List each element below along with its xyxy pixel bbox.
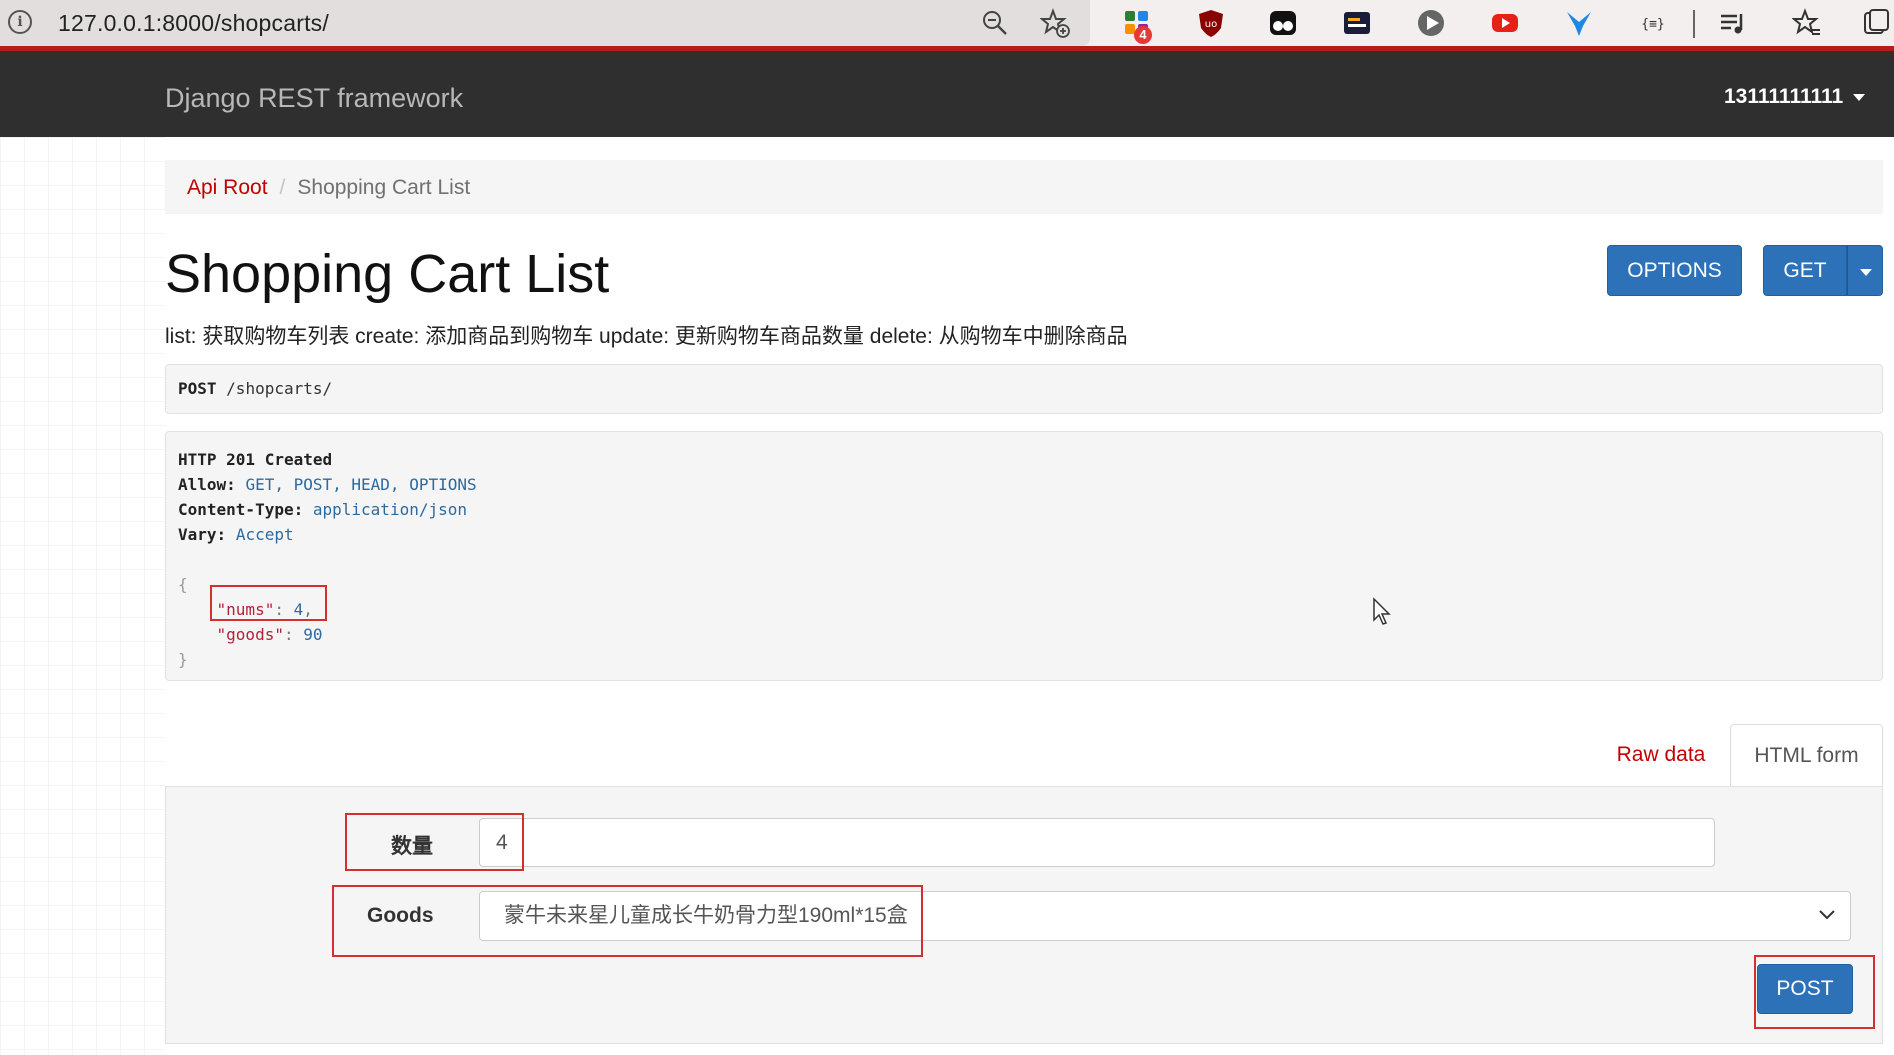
collections-icon[interactable] xyxy=(1862,8,1892,38)
favorites-icon[interactable] xyxy=(1792,8,1822,38)
youtube-icon[interactable] xyxy=(1490,8,1520,38)
tampermonkey-icon[interactable] xyxy=(1268,8,1298,38)
get-button[interactable]: GET xyxy=(1763,245,1847,296)
content-type-header-value: application/json xyxy=(312,500,467,519)
play-icon[interactable] xyxy=(1416,8,1446,38)
background-pattern xyxy=(0,137,165,1055)
get-button-group: GET xyxy=(1763,245,1883,296)
mouse-cursor-icon xyxy=(1373,597,1391,625)
breadcrumb-api-root[interactable]: Api Root xyxy=(187,176,268,199)
ublock-icon[interactable]: uo xyxy=(1196,8,1226,38)
url-text[interactable]: 127.0.0.1:8000/shopcarts/ xyxy=(58,10,329,37)
extensions-badge: 4 xyxy=(1134,26,1152,44)
vary-header-key: Vary: xyxy=(178,525,227,544)
json-value-goods: 90 xyxy=(303,625,323,644)
svg-text:uo: uo xyxy=(1205,19,1217,30)
annotation-box-nums xyxy=(210,585,327,621)
tab-html-form[interactable]: HTML form xyxy=(1730,724,1883,787)
request-path: /shopcarts/ xyxy=(226,379,333,398)
svg-text:{≡}: {≡} xyxy=(1641,17,1664,32)
user-dropdown[interactable]: 13111111111 xyxy=(1724,85,1866,109)
address-bar[interactable]: i 127.0.0.1:8000/shopcarts/ xyxy=(0,0,1090,46)
quantity-input[interactable] xyxy=(479,818,1715,867)
caret-down-icon xyxy=(1853,93,1866,101)
vary-header-value: Accept xyxy=(235,525,294,544)
site-info-icon[interactable]: i xyxy=(8,10,32,34)
caret-down-icon xyxy=(1860,269,1872,276)
json-formatter-icon[interactable]: {≡} xyxy=(1638,8,1668,38)
page-title: Shopping Cart List xyxy=(165,244,610,304)
breadcrumb-current: Shopping Cart List xyxy=(297,176,471,199)
chevron-down-icon xyxy=(1819,910,1835,920)
json-close-brace: } xyxy=(178,650,188,669)
tab-raw-data[interactable]: Raw data xyxy=(1596,724,1726,786)
user-name: 13111111111 xyxy=(1724,85,1844,108)
request-info: POST /shopcarts/ xyxy=(165,364,1883,414)
zoom-icon[interactable] xyxy=(980,8,1010,38)
request-method: POST xyxy=(178,379,217,398)
allow-header-key: Allow: xyxy=(178,475,236,494)
add-favorite-icon[interactable] xyxy=(1040,8,1070,38)
response-info: HTTP 201 Created Allow: GET, POST, HEAD,… xyxy=(165,431,1883,681)
breadcrumb: Api Root / Shopping Cart List xyxy=(165,160,1883,214)
response-status: HTTP 201 Created xyxy=(178,450,333,469)
allow-header-value: GET, POST, HEAD, OPTIONS xyxy=(245,475,477,494)
json-key-goods: "goods" xyxy=(216,625,284,644)
annotation-box-goods xyxy=(332,885,923,957)
navbar: Django REST framework 13111111111 xyxy=(0,51,1894,137)
vpn-icon[interactable] xyxy=(1564,8,1594,38)
get-format-dropdown[interactable] xyxy=(1847,245,1883,296)
playlist-icon[interactable] xyxy=(1718,8,1748,38)
browser-toolbar: i 127.0.0.1:8000/shopcarts/ 4 uo {≡} xyxy=(0,0,1894,51)
annotation-box-quantity xyxy=(345,813,524,871)
toolbar-separator xyxy=(1693,10,1695,38)
options-button[interactable]: OPTIONS xyxy=(1607,245,1742,296)
breadcrumb-separator: / xyxy=(279,176,286,199)
content-type-header-key: Content-Type: xyxy=(178,500,304,519)
brand-link[interactable]: Django REST framework xyxy=(165,83,463,114)
page-description: list: 获取购物车列表 create: 添加商品到购物车 update: 更… xyxy=(165,325,1128,348)
json-open-brace: { xyxy=(178,575,188,594)
annotation-box-post xyxy=(1754,955,1875,1029)
terminal-extension-icon[interactable] xyxy=(1342,8,1372,38)
